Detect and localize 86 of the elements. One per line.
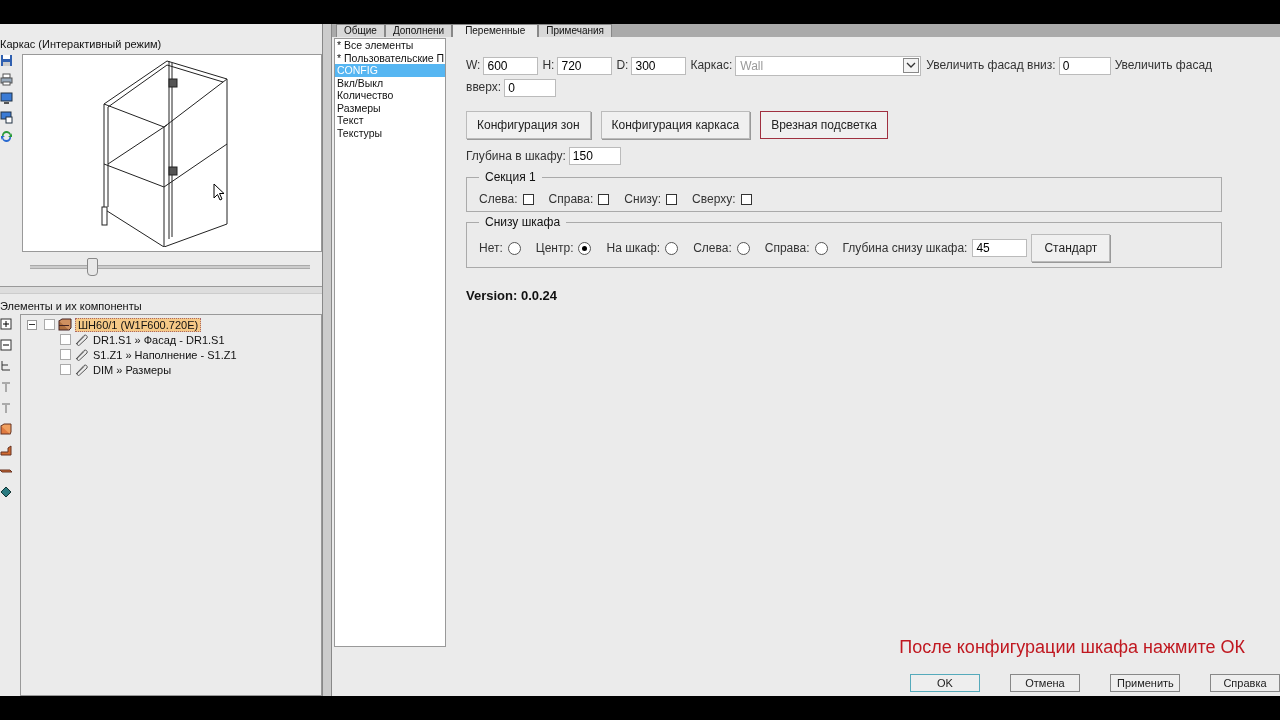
checkbox[interactable] bbox=[60, 334, 71, 345]
chevron-down-icon bbox=[903, 58, 920, 74]
checkbox-label: Сверху: bbox=[692, 192, 736, 206]
standard-button[interactable]: Стандарт bbox=[1031, 234, 1111, 262]
monitor-icon[interactable] bbox=[0, 111, 13, 124]
checkbox[interactable] bbox=[740, 193, 752, 205]
refresh-icon[interactable] bbox=[0, 130, 13, 143]
list-item[interactable]: Текст bbox=[335, 114, 445, 127]
hierarchy-icon[interactable] bbox=[0, 360, 12, 372]
group-title: Снизу шкафа bbox=[479, 215, 567, 229]
tree-item[interactable]: DIM » Размеры bbox=[91, 363, 174, 376]
dialog-button[interactable]: Справка bbox=[1210, 674, 1280, 692]
field-label: вверх: bbox=[466, 80, 502, 94]
checkbox[interactable] bbox=[666, 193, 678, 205]
monitor-icon[interactable] bbox=[0, 92, 13, 105]
list-item[interactable]: * Пользовательские П bbox=[335, 51, 445, 64]
tab[interactable]: Примечания bbox=[538, 24, 612, 37]
collapse-icon[interactable] bbox=[0, 339, 12, 351]
expand-icon[interactable] bbox=[0, 318, 12, 330]
checkbox-label: Слева: bbox=[479, 192, 518, 206]
radio-label: Слева: bbox=[693, 241, 732, 255]
group-title: Секция 1 bbox=[479, 170, 542, 184]
field-label: D: bbox=[616, 58, 629, 72]
input-field[interactable]: 150 bbox=[568, 147, 621, 165]
checkbox-label: Снизу: bbox=[624, 192, 662, 206]
input-field[interactable]: 600 bbox=[483, 56, 539, 75]
input-field[interactable]: 0 bbox=[504, 78, 557, 97]
radio-label: Центр: bbox=[535, 241, 574, 255]
slider-thumb[interactable] bbox=[86, 258, 98, 276]
radio-button[interactable] bbox=[578, 241, 592, 255]
dialog-button[interactable]: OK bbox=[910, 674, 980, 692]
list-item[interactable]: Количество bbox=[335, 89, 445, 102]
tab[interactable]: Переменные bbox=[452, 24, 539, 37]
dialog-button[interactable]: Отмена bbox=[1010, 674, 1080, 692]
paperclip-icon bbox=[74, 333, 88, 346]
radio-button[interactable] bbox=[507, 241, 521, 255]
checkbox-label: Справа: bbox=[548, 192, 594, 206]
radio-label: На шкаф: bbox=[606, 241, 661, 255]
field-label: H: bbox=[542, 58, 555, 72]
field-label: Увеличить фасад вниз: bbox=[926, 58, 1056, 72]
config-button[interactable]: Конфигурация каркаса bbox=[600, 111, 751, 139]
gem-icon[interactable] bbox=[0, 486, 12, 498]
panel-icon[interactable] bbox=[0, 444, 12, 456]
checkbox[interactable] bbox=[60, 349, 71, 360]
save-icon[interactable] bbox=[0, 54, 13, 67]
radio-button[interactable] bbox=[665, 241, 679, 255]
tree-item[interactable]: DR1.S1 » Фасад - DR1.S1 bbox=[91, 333, 227, 346]
radio-label: Нет: bbox=[479, 241, 503, 255]
tree-item[interactable]: ШН60/1 (W1F600.720E) bbox=[75, 317, 202, 332]
tab[interactable]: Общие bbox=[336, 24, 385, 37]
checkbox[interactable] bbox=[60, 364, 71, 375]
radio-button[interactable] bbox=[736, 241, 750, 255]
panel-title: Элементы и их компоненты bbox=[0, 300, 143, 314]
list-item[interactable]: Размеры bbox=[335, 101, 445, 114]
list-item[interactable]: * Все элементы bbox=[335, 39, 445, 52]
box-icon[interactable] bbox=[0, 423, 12, 435]
input-field[interactable]: 300 bbox=[631, 56, 687, 75]
list-item[interactable]: Вкл/Выкл bbox=[335, 76, 445, 89]
radio-label: Справа: bbox=[764, 241, 810, 255]
panel-title: Каркас (Интерактивный режим) bbox=[0, 38, 163, 52]
field-label: Увеличить фасад bbox=[1114, 58, 1213, 72]
hint-text: После конфигурации шкафа нажмите ОК bbox=[899, 637, 1245, 658]
list-item[interactable]: Текстуры bbox=[335, 126, 445, 139]
checkbox[interactable] bbox=[598, 193, 610, 205]
input-field[interactable]: 0 bbox=[1058, 56, 1111, 75]
field-label: W: bbox=[466, 58, 481, 72]
print-icon[interactable] bbox=[0, 73, 13, 86]
radio-button[interactable] bbox=[814, 241, 828, 255]
config-button[interactable]: Конфигурация зон bbox=[466, 111, 591, 139]
dialog-button[interactable]: Применить bbox=[1110, 674, 1180, 692]
field-label: Каркас: bbox=[690, 58, 733, 72]
tree-item[interactable]: S1.Z1 » Наполнение - S1.Z1 bbox=[91, 348, 239, 361]
paperclip-icon bbox=[74, 348, 88, 361]
version-text: Version: 0.0.24 bbox=[466, 288, 559, 303]
checkbox[interactable] bbox=[522, 193, 534, 205]
expander-icon[interactable] bbox=[27, 319, 37, 330]
input-field[interactable]: 45 bbox=[972, 239, 1028, 257]
cursor-icon bbox=[213, 183, 225, 201]
cabinet-icon bbox=[58, 318, 72, 331]
paperclip-icon bbox=[74, 363, 88, 376]
field-label: Глубина в шкафу: bbox=[466, 149, 566, 163]
tab[interactable]: Дополнени bbox=[384, 24, 453, 37]
input-field[interactable]: 720 bbox=[557, 56, 613, 75]
config-button[interactable]: Врезная подсветка bbox=[760, 111, 888, 139]
checkbox[interactable] bbox=[44, 319, 55, 330]
field-label: Глубина снизу шкафа: bbox=[842, 241, 968, 255]
